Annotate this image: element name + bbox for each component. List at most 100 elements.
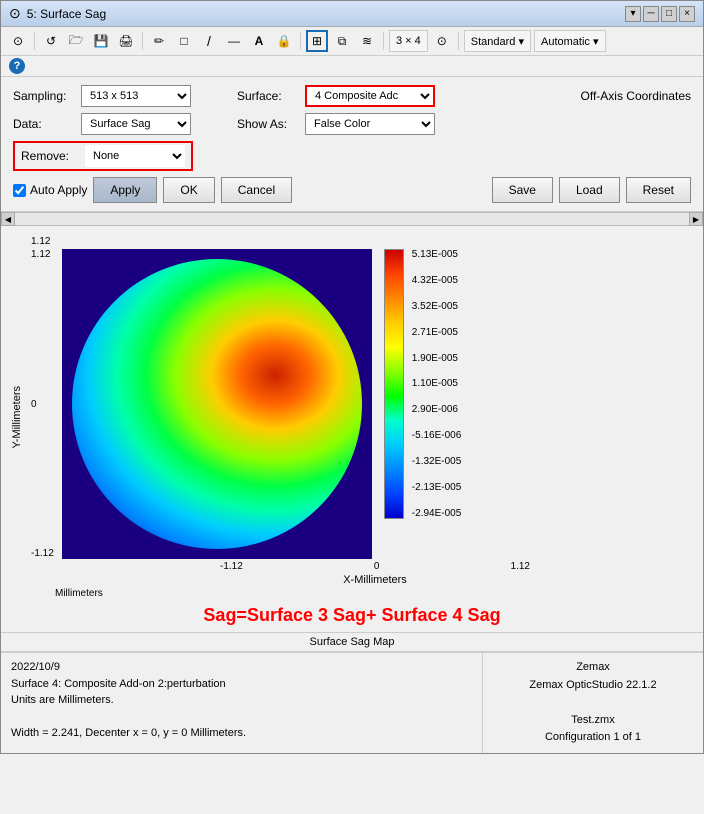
scroll-left-button[interactable]: ◀ (1, 212, 15, 226)
grid-size-label: 3 × 4 (396, 35, 421, 47)
clock-button[interactable]: ⊙ (431, 30, 453, 52)
x-label-right: 1.12 (511, 561, 530, 572)
dash-button[interactable]: — (223, 30, 245, 52)
cb-val-3: 2.71E-005 (412, 327, 461, 338)
surface-label: Surface: (237, 89, 297, 103)
print-button[interactable]: 🖨 (115, 30, 137, 52)
showas-label: Show As: (237, 117, 297, 131)
cb-val-5: 1.10E-005 (412, 378, 461, 389)
x-label-zero: 0 (374, 561, 380, 572)
status-bar: 2022/10/9 Surface 4: Composite Add-on 2:… (1, 652, 703, 753)
chart-plot-row: 1.12 0 -1.12 5.13E-005 4.32E-005 3.52E-0 (31, 249, 693, 559)
layers-button[interactable]: ≋ (356, 30, 378, 52)
status-surface: Surface 4: Composite Add-on 2:perturbati… (11, 676, 472, 693)
cb-val-2: 3.52E-005 (412, 301, 461, 312)
surface-select[interactable]: 4 Composite Adc (305, 85, 435, 107)
cb-val-4: 1.90E-005 (412, 353, 461, 364)
sag-formula: Sag=Surface 3 Sag+ Surface 4 Sag (203, 599, 500, 632)
status-empty2 (493, 694, 693, 712)
scroll-right-button[interactable]: ▶ (689, 212, 703, 226)
controls-row-1: Sampling: 513 x 513 Surface: 4 Composite… (13, 85, 691, 107)
save-button[interactable]: 💾 (90, 30, 112, 52)
status-version: Zemax OpticStudio 22.1.2 (493, 677, 693, 695)
sep1 (34, 32, 35, 50)
colorbar-labels: 5.13E-005 4.32E-005 3.52E-005 2.71E-005 … (408, 249, 465, 519)
pin-button[interactable]: ▾ (625, 6, 641, 22)
sep3 (300, 32, 301, 50)
refresh-icon: ↺ (46, 34, 56, 48)
standard-dropdown[interactable]: Standard ▾ (464, 30, 531, 52)
apply-button[interactable]: Apply (93, 177, 157, 203)
minimize-button[interactable]: ─ (643, 6, 659, 22)
line-button[interactable]: / (198, 30, 220, 52)
reset-button[interactable]: Reset (626, 177, 691, 203)
map-title: Surface Sag Map (1, 632, 703, 652)
y-axis-label: Y-Millimeters (11, 386, 23, 449)
window-controls: ▾ ─ □ × (625, 6, 695, 22)
window-title: 5: Surface Sag (27, 7, 106, 21)
offaxis-label: Off-Axis Coordinates (581, 89, 692, 103)
status-date: 2022/10/9 (11, 659, 472, 676)
close-button[interactable]: × (679, 6, 695, 22)
cb-val-8: -1.32E-005 (412, 456, 461, 467)
scroll-track[interactable] (15, 213, 689, 225)
sep4 (383, 32, 384, 50)
standard-label: Standard ▾ (471, 35, 524, 48)
buttons-row: Auto Apply Apply OK Cancel Save Load Res… (13, 177, 691, 203)
pen-icon: ✏ (154, 34, 164, 48)
grid-size-button[interactable]: 3 × 4 (389, 30, 428, 52)
cb-val-9: -2.13E-005 (412, 482, 461, 493)
controls-row-2: Data: Surface Sag Show As: False Color (13, 113, 691, 135)
chart-top-labels: 1.12 (31, 236, 693, 249)
restore-button[interactable]: □ (661, 6, 677, 22)
open-button[interactable]: 🗁 (65, 30, 87, 52)
text-tool-button[interactable]: A (248, 30, 270, 52)
pen-button[interactable]: ✏ (148, 30, 170, 52)
copy-button[interactable]: ⧉ (331, 30, 353, 52)
toolbar: ⊙ ↺ 🗁 💾 🖨 ✏ □ / — A 🔒 (1, 27, 703, 56)
auto-apply-label[interactable]: Auto Apply (13, 183, 87, 197)
right-buttons: Save Load Reset (492, 177, 691, 203)
clock-icon: ⊙ (437, 34, 447, 48)
cb-val-7: -5.16E-006 (412, 430, 461, 441)
status-config: Configuration 1 of 1 (493, 729, 693, 747)
main-window: ⊙ 5: Surface Sag ▾ ─ □ × ⊙ ↺ 🗁 💾 🖨 ✏ (0, 0, 704, 754)
x-label-left: -1.12 (220, 561, 243, 572)
data-label: Data: (13, 117, 73, 131)
sep2 (142, 32, 143, 50)
sep5 (458, 32, 459, 50)
ok-button[interactable]: OK (163, 177, 214, 203)
sampling-select[interactable]: 513 x 513 (81, 85, 191, 107)
settings-button[interactable]: ⊙ (7, 30, 29, 52)
open-icon: 🗁 (69, 31, 84, 52)
auto-apply-checkbox[interactable] (13, 184, 26, 197)
horizontal-scrollbar[interactable]: ◀ ▶ (1, 212, 703, 226)
cb-val-0: 5.13E-005 (412, 249, 461, 260)
remove-select[interactable]: None (85, 145, 185, 167)
chart-area: Y-Millimeters 1.12 1.12 0 -1.12 (1, 226, 703, 632)
text-icon: A (255, 34, 264, 48)
controls-area: Sampling: 513 x 513 Surface: 4 Composite… (1, 77, 703, 212)
data-select[interactable]: Surface Sag (81, 113, 191, 135)
grid-select-button[interactable]: ⊞ (306, 30, 328, 52)
load-button[interactable]: Load (559, 177, 620, 203)
colorbar-unit: Millimeters (55, 588, 693, 599)
help-button[interactable]: ? (9, 58, 25, 74)
cancel-button[interactable]: Cancel (221, 177, 292, 203)
refresh-button[interactable]: ↺ (40, 30, 62, 52)
save-file-button[interactable]: Save (492, 177, 553, 203)
colorbar (384, 249, 404, 519)
lock-button[interactable]: 🔒 (273, 30, 295, 52)
chart-inner: 1.12 1.12 0 -1.12 5.13E-005 (31, 236, 693, 599)
grid-select-icon: ⊞ (312, 34, 322, 48)
automatic-dropdown[interactable]: Automatic ▾ (534, 30, 606, 52)
copy-icon: ⧉ (338, 34, 347, 49)
rectangle-button[interactable]: □ (173, 30, 195, 52)
status-empty (11, 709, 472, 726)
showas-select[interactable]: False Color (305, 113, 435, 135)
help-row: ? (1, 56, 703, 77)
remove-label: Remove: (21, 149, 81, 163)
save-icon: 💾 (94, 34, 109, 48)
status-units: Units are Millimeters. (11, 692, 472, 709)
colorbar-section: 5.13E-005 4.32E-005 3.52E-005 2.71E-005 … (384, 249, 465, 559)
